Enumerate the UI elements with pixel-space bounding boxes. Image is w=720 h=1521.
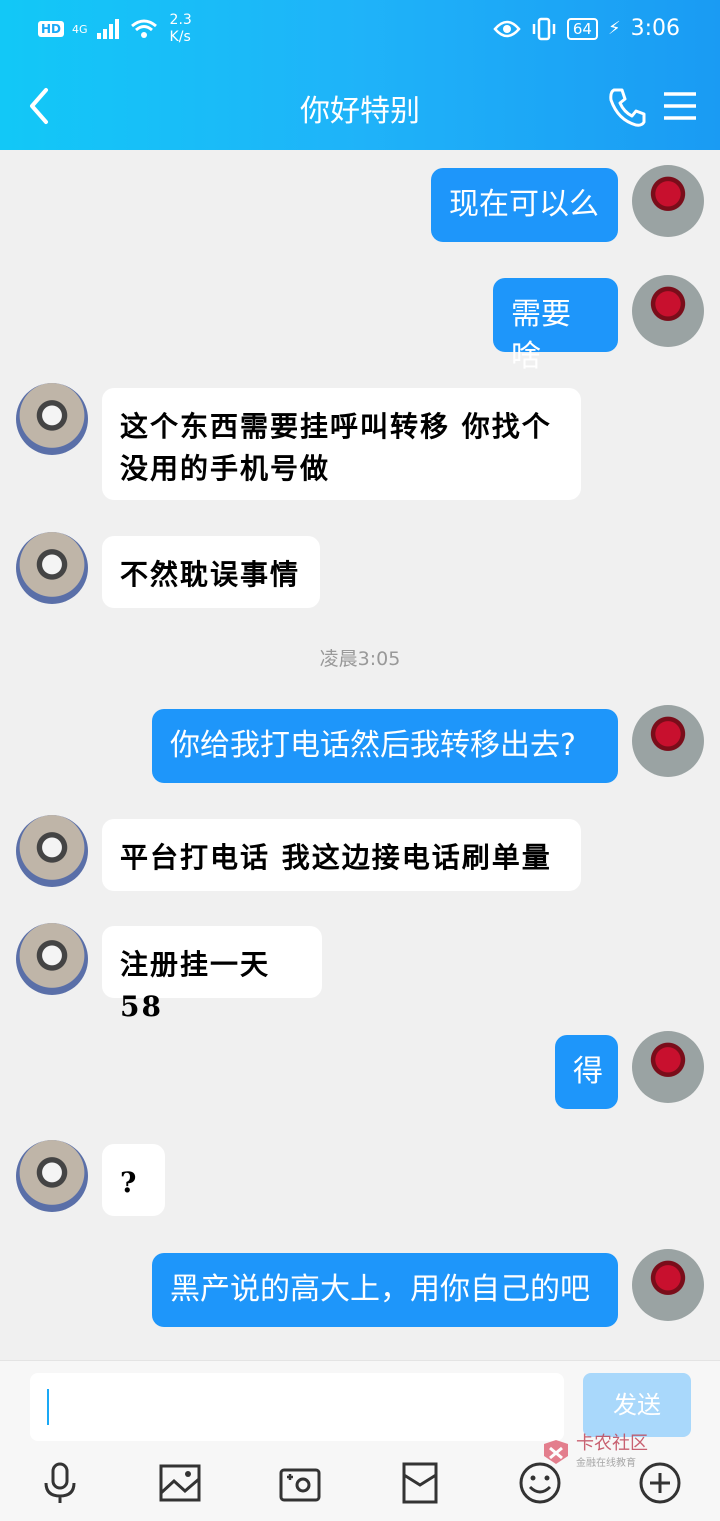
timestamp: 凌晨3:05: [319, 648, 401, 670]
battery-indicator: 64: [566, 17, 598, 40]
hd-badge: HD: [38, 21, 65, 37]
watermark-logo-icon: [544, 1439, 568, 1464]
my-avatar[interactable]: [632, 165, 704, 237]
signal-icon: [96, 19, 119, 39]
message-incoming[interactable]: 不然耽误事情: [102, 536, 320, 608]
status-bar: HD 4G 2.3 K/s 64 ⚡ 3:06: [0, 0, 720, 62]
message-incoming[interactable]: ?: [102, 1144, 165, 1216]
header: HD 4G 2.3 K/s 64 ⚡ 3:06 你好特别: [0, 0, 720, 150]
network-indicator: 4G: [72, 22, 88, 36]
contact-avatar[interactable]: [16, 923, 88, 995]
contact-avatar[interactable]: [16, 1140, 88, 1212]
message-incoming[interactable]: 注册挂一天58: [102, 926, 322, 1023]
phone-call-button[interactable]: [606, 84, 646, 128]
chat-area[interactable]: 现在可以么 需要啥 这个东西需要挂呼叫转移 你找个没用的手机号做 不然耽误事情 …: [0, 150, 720, 1360]
menu-button[interactable]: [660, 86, 700, 126]
my-avatar[interactable]: [632, 1249, 704, 1321]
clock: 3:06: [630, 16, 680, 41]
message-outgoing[interactable]: 现在可以么: [431, 168, 618, 242]
message-incoming[interactable]: 平台打电话 我这边接电话刷单量: [102, 819, 581, 891]
red-packet-icon[interactable]: [398, 1461, 442, 1505]
contact-avatar[interactable]: [16, 815, 88, 887]
send-button[interactable]: 发送: [583, 1373, 691, 1437]
message-outgoing[interactable]: 得: [555, 1035, 618, 1109]
watermark-text: 卡农社区: [576, 1433, 648, 1454]
message-incoming[interactable]: 这个东西需要挂呼叫转移 你找个没用的手机号做: [102, 388, 581, 500]
image-icon[interactable]: [158, 1461, 202, 1505]
net-speed: 2.3 K/s: [170, 12, 192, 46]
camera-icon[interactable]: [278, 1461, 322, 1505]
my-avatar[interactable]: [632, 705, 704, 777]
message-outgoing[interactable]: 你给我打电话然后我转移出去?: [152, 709, 618, 783]
microphone-icon[interactable]: [38, 1461, 82, 1505]
message-outgoing[interactable]: 黑产说的高大上，用你自己的吧: [152, 1253, 618, 1327]
speed-unit: K/s: [169, 29, 191, 45]
title-bar: 你好特别: [0, 62, 720, 150]
my-avatar[interactable]: [632, 275, 704, 347]
vibrate-icon: [532, 17, 556, 40]
eye-icon: [493, 20, 521, 37]
contact-avatar[interactable]: [16, 383, 88, 455]
charging-icon: ⚡: [607, 18, 621, 39]
watermark: 卡农社区 金融在线教育: [540, 1434, 648, 1469]
wifi-icon: [130, 19, 157, 38]
my-avatar[interactable]: [632, 1031, 704, 1103]
speed-value: 2.3: [169, 12, 192, 28]
message-outgoing[interactable]: 需要啥: [493, 278, 618, 374]
watermark-subtext: 金融在线教育: [576, 1458, 636, 1469]
contact-avatar[interactable]: [16, 532, 88, 604]
message-input[interactable]: [30, 1373, 564, 1441]
text-caret: [47, 1389, 49, 1425]
